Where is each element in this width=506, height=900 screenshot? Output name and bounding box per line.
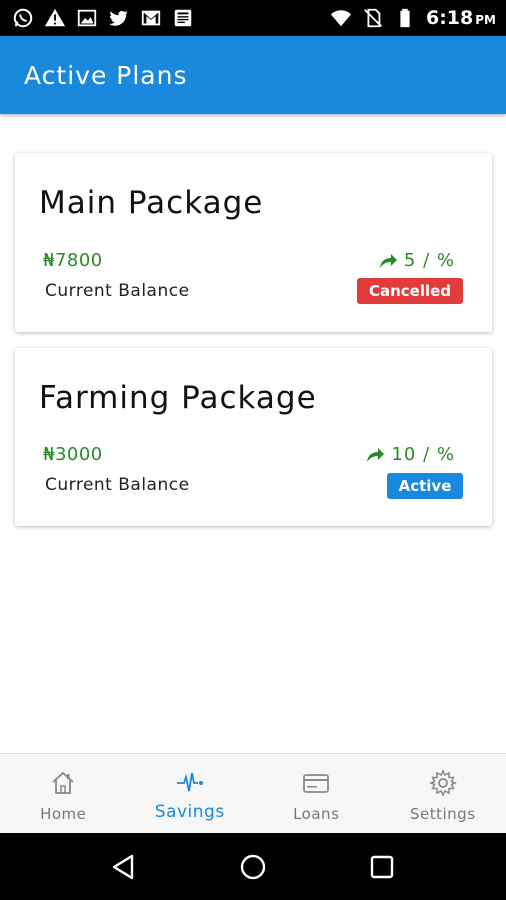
system-navigation-bar bbox=[0, 833, 506, 900]
home-circle-icon[interactable] bbox=[238, 852, 268, 882]
status-badge: Active bbox=[387, 473, 463, 499]
trending-arrow-icon bbox=[379, 253, 397, 268]
plan-title: Farming Package bbox=[39, 380, 317, 416]
home-icon bbox=[48, 768, 78, 798]
plan-card-farming-package[interactable]: Farming Package ₦3000 Current Balance 10… bbox=[15, 348, 492, 526]
balance-label: Current Balance bbox=[45, 281, 190, 301]
image-icon bbox=[76, 7, 98, 29]
plan-rate-value: 10 / % bbox=[391, 444, 455, 465]
battery-icon bbox=[394, 7, 416, 29]
plan-amount: ₦3000 bbox=[43, 444, 103, 465]
plan-amount: ₦7800 bbox=[43, 250, 103, 271]
nav-label-savings: Savings bbox=[154, 802, 225, 822]
card-icon bbox=[301, 768, 331, 798]
nav-item-settings[interactable]: Settings bbox=[380, 754, 506, 833]
plan-title: Main Package bbox=[39, 185, 264, 221]
plan-rate: 10 / % bbox=[365, 444, 455, 465]
plan-rate-value: 5 / % bbox=[403, 250, 455, 271]
nav-label-settings: Settings bbox=[409, 805, 476, 823]
no-sim-icon bbox=[362, 7, 384, 29]
nav-item-loans[interactable]: Loans bbox=[253, 754, 380, 833]
system-status-icons: 6:18 PM bbox=[330, 7, 496, 29]
recents-icon[interactable] bbox=[367, 852, 397, 882]
warning-icon bbox=[44, 7, 66, 29]
whatsapp-icon bbox=[12, 7, 34, 29]
plan-rate: 5 / % bbox=[378, 250, 455, 271]
page-title: Active Plans bbox=[24, 60, 188, 90]
nav-label-home: Home bbox=[40, 805, 87, 823]
pulse-icon bbox=[175, 768, 205, 798]
back-icon[interactable] bbox=[109, 852, 139, 882]
clock: 6:18 PM bbox=[425, 7, 496, 29]
trending-arrow-icon bbox=[367, 447, 385, 462]
status-bar: 6:18 PM bbox=[0, 0, 506, 36]
bottom-navigation: Home Savings Loans Settings bbox=[0, 753, 506, 833]
gmail-icon bbox=[140, 7, 162, 29]
news-icon bbox=[172, 7, 194, 29]
gear-icon bbox=[428, 768, 458, 798]
balance-label: Current Balance bbox=[45, 475, 190, 495]
status-badge: Cancelled bbox=[357, 278, 463, 304]
notification-icons bbox=[12, 7, 194, 29]
app-bar: Active Plans bbox=[0, 36, 506, 114]
twitter-icon bbox=[108, 7, 130, 29]
nav-item-home[interactable]: Home bbox=[0, 754, 127, 833]
wifi-icon bbox=[330, 7, 352, 29]
nav-label-loans: Loans bbox=[293, 805, 340, 823]
plan-card-main-package[interactable]: Main Package ₦7800 Current Balance 5 / %… bbox=[15, 153, 492, 332]
nav-item-savings[interactable]: Savings bbox=[127, 754, 254, 833]
